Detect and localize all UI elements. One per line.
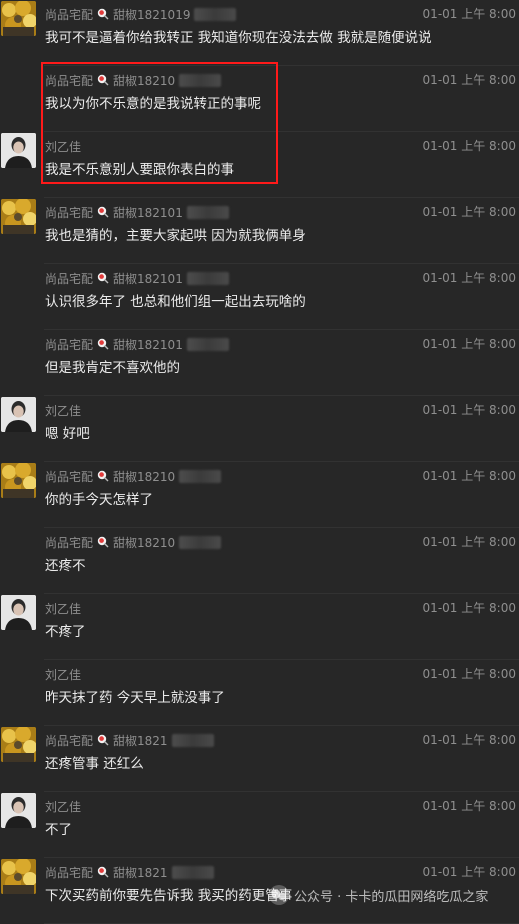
avatar[interactable] — [1, 397, 36, 432]
sender-line: 刘乙佳 — [45, 797, 81, 815]
sender-line: 尚品宅配 甜椒182101 — [45, 335, 229, 353]
message-item[interactable]: 尚品宅配 甜椒1821 01-01 上午 8:00 还疼管事 还红么 — [0, 726, 519, 792]
pepper-tag-icon — [97, 8, 109, 20]
avatar[interactable] — [1, 859, 36, 894]
red-highlight-box — [41, 62, 278, 184]
sender-name: 尚品宅配 — [45, 7, 94, 22]
message-item[interactable]: 刘乙佳 01-01 上午 8:00 不了 — [0, 792, 519, 858]
sender-tag: 甜椒1821 — [113, 865, 168, 880]
message-text: 你的手今天怎样了 — [45, 492, 153, 508]
sender-name: 尚品宅配 — [45, 337, 94, 352]
message-item[interactable]: 尚品宅配 甜椒182101 01-01 上午 8:00 但是我肯定不喜欢他的 — [0, 330, 519, 396]
message-time: 01-01 上午 8:00 — [422, 733, 516, 747]
redacted-blur — [171, 865, 214, 879]
message-time: 01-01 上午 8:00 — [422, 799, 516, 813]
message-time: 01-01 上午 8:00 — [422, 469, 516, 483]
message-item[interactable]: 刘乙佳 01-01 上午 8:00 嗯 好吧 — [0, 396, 519, 462]
message-text: 认识很多年了 也总和他们组一起出去玩啥的 — [45, 294, 306, 310]
redacted-blur — [186, 205, 229, 219]
message-item[interactable]: 尚品宅配 甜椒1821019 01-01 上午 8:00 我可不是逼着你给我转正 我知… — [0, 0, 519, 66]
redacted-blur — [186, 271, 229, 285]
sender-line: 尚品宅配 甜椒1821019 — [45, 5, 237, 23]
sender-tag: 甜椒1821019 — [113, 7, 191, 22]
sender-line: 刘乙佳 — [45, 401, 81, 419]
message-time: 01-01 上午 8:00 — [422, 271, 516, 285]
sender-line: 尚品宅配 甜椒18210 — [45, 533, 222, 551]
avatar[interactable] — [1, 727, 36, 762]
sender-tag: 甜椒182101 — [113, 337, 183, 352]
redacted-blur — [186, 337, 229, 351]
sender-name: 刘乙佳 — [45, 799, 82, 814]
sender-line: 尚品宅配 甜椒182101 — [45, 269, 229, 287]
sender-name: 刘乙佳 — [45, 601, 82, 616]
sender-line: 刘乙佳 — [45, 665, 81, 683]
message-text: 还疼不 — [45, 558, 86, 574]
wechat-official-account-icon — [269, 885, 289, 905]
sender-line: 尚品宅配 甜椒1821 — [45, 863, 214, 881]
avatar[interactable] — [1, 595, 36, 630]
sender-tag: 甜椒182101 — [113, 205, 183, 220]
sender-line: 尚品宅配 甜椒1821 — [45, 731, 214, 749]
message-time: 01-01 上午 8:00 — [422, 601, 516, 615]
pepper-tag-icon — [97, 206, 109, 218]
message-text: 但是我肯定不喜欢他的 — [45, 360, 180, 376]
pepper-tag-icon — [97, 470, 109, 482]
redacted-blur — [179, 535, 222, 549]
avatar[interactable] — [1, 463, 36, 498]
sender-line: 尚品宅配 甜椒182101 — [45, 203, 229, 221]
pepper-tag-icon — [97, 536, 109, 548]
sender-name: 刘乙佳 — [45, 667, 82, 682]
sender-name: 刘乙佳 — [45, 403, 82, 418]
message-time: 01-01 上午 8:00 — [422, 139, 516, 153]
message-text: 不了 — [45, 822, 72, 838]
pepper-tag-icon — [97, 734, 109, 746]
sender-name: 尚品宅配 — [45, 535, 94, 550]
message-item[interactable]: 尚品宅配 甜椒18210 01-01 上午 8:00 你的手今天怎样了 — [0, 462, 519, 528]
message-time: 01-01 上午 8:00 — [422, 73, 516, 87]
message-text: 我也是猜的，主要大家起哄 因为就我俩单身 — [45, 228, 306, 244]
message-time: 01-01 上午 8:00 — [422, 205, 516, 219]
sender-name: 尚品宅配 — [45, 865, 94, 880]
message-time: 01-01 上午 8:00 — [422, 337, 516, 351]
avatar[interactable] — [1, 199, 36, 234]
message-text: 昨天抹了药 今天早上就没事了 — [45, 690, 225, 706]
avatar[interactable] — [1, 793, 36, 828]
redacted-blur — [179, 469, 222, 483]
redacted-blur — [194, 7, 237, 21]
sender-name: 尚品宅配 — [45, 205, 94, 220]
message-item[interactable]: 尚品宅配 甜椒18210 01-01 上午 8:00 还疼不 — [0, 528, 519, 594]
message-time: 01-01 上午 8:00 — [422, 403, 516, 417]
watermark-text: 公众号 · 卡卡的瓜田网络吃瓜之家 — [294, 889, 489, 905]
message-time: 01-01 上午 8:00 — [422, 667, 516, 681]
sender-tag: 甜椒1821 — [113, 733, 168, 748]
message-text: 下次买药前你要先告诉我 我买的药更管事 — [45, 888, 293, 904]
message-item[interactable]: 刘乙佳 01-01 上午 8:00 不疼了 — [0, 594, 519, 660]
sender-line: 刘乙佳 — [45, 599, 81, 617]
sender-tag: 甜椒18210 — [113, 469, 176, 484]
message-item[interactable]: 尚品宅配 甜椒182101 01-01 上午 8:00 我也是猜的，主要大家起哄 因为… — [0, 198, 519, 264]
message-text: 嗯 好吧 — [45, 426, 90, 442]
watermark: 公众号 · 卡卡的瓜田网络吃瓜之家 — [268, 883, 488, 907]
sender-name: 尚品宅配 — [45, 733, 94, 748]
message-time: 01-01 上午 8:00 — [422, 865, 516, 879]
message-time: 01-01 上午 8:00 — [422, 7, 516, 21]
pepper-tag-icon — [97, 866, 109, 878]
pepper-tag-icon — [97, 338, 109, 350]
sender-tag: 甜椒18210 — [113, 535, 176, 550]
message-text: 还疼管事 还红么 — [45, 756, 144, 772]
message-time: 01-01 上午 8:00 — [422, 535, 516, 549]
avatar[interactable] — [1, 133, 36, 168]
message-text: 不疼了 — [45, 624, 86, 640]
avatar[interactable] — [1, 1, 36, 36]
message-item[interactable]: 刘乙佳 01-01 上午 8:00 昨天抹了药 今天早上就没事了 — [0, 660, 519, 726]
redacted-blur — [171, 733, 214, 747]
sender-name: 尚品宅配 — [45, 271, 94, 286]
message-text: 我可不是逼着你给我转正 我知道你现在没法去做 我就是随便说说 — [45, 30, 432, 46]
sender-name: 尚品宅配 — [45, 469, 94, 484]
message-item[interactable]: 尚品宅配 甜椒182101 01-01 上午 8:00 认识很多年了 也总和他们组一起… — [0, 264, 519, 330]
sender-tag: 甜椒182101 — [113, 271, 183, 286]
sender-line: 尚品宅配 甜椒18210 — [45, 467, 222, 485]
pepper-tag-icon — [97, 272, 109, 284]
